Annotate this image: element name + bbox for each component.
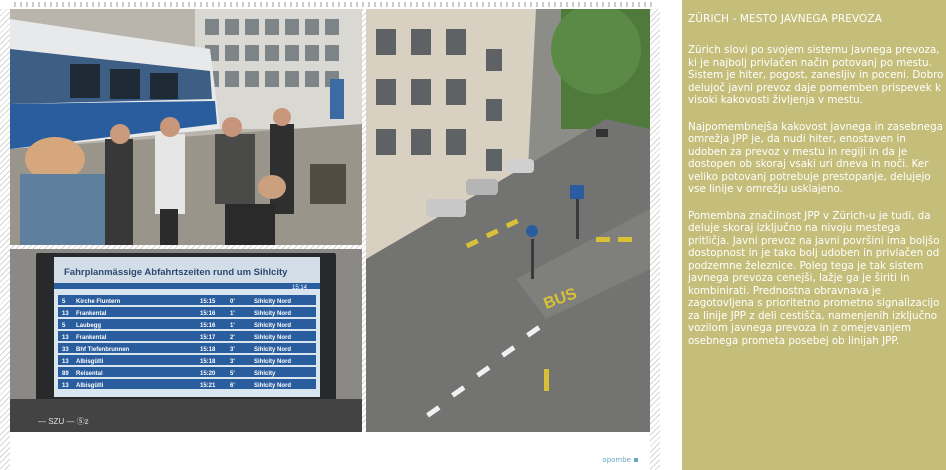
article-paragraph: Zürich slovi po svojem sistemu javnega p… — [688, 44, 944, 106]
board-cell: 6' — [230, 383, 235, 389]
square-bullet-icon — [634, 458, 638, 462]
street-tramway-photo: BUS — [366, 9, 650, 432]
board-cell: 15:17 — [200, 335, 216, 341]
board-cell: 33 — [62, 347, 69, 353]
board-cell: 15:16 — [200, 311, 216, 317]
article-paragraph: Pomembna značilnost JPP v Zürich-u je tu… — [688, 209, 940, 347]
notes-link-label: opombe — [602, 456, 631, 464]
board-cell: 1' — [230, 311, 235, 317]
board-cell: 15:15 — [200, 299, 216, 305]
board-cell: 89 — [62, 371, 69, 377]
board-cell: 15:16 — [200, 323, 216, 329]
board-cell: Frankental — [76, 311, 107, 317]
caption-bar: opombe — [10, 432, 650, 470]
board-cell: 1' — [230, 323, 235, 329]
board-cell: Reisental — [76, 371, 103, 377]
board-cell: Bhf Tiefenbrunnen — [76, 347, 130, 353]
top-strip — [0, 0, 660, 9]
board-cell: 3' — [230, 359, 235, 365]
board-cell: 15:20 — [200, 371, 216, 377]
article-panel: ZÜRICH - MESTO JAVNEGA PREVOZA Zürich sl… — [682, 0, 946, 470]
board-clock: 15:14 — [292, 285, 308, 291]
board-cell: 13 — [62, 335, 69, 341]
board-cell: Sihlcity — [254, 371, 276, 377]
board-cell: Kirche Fluntern — [76, 299, 121, 305]
board-cell: 13 — [62, 311, 69, 317]
article-paragraph: Najpomembnejša kakovost javnega in zaseb… — [688, 120, 943, 196]
board-cell: Albisgütli — [76, 383, 104, 389]
board-cell: Sihlcity Nord — [254, 359, 291, 365]
board-cell: Sihlcity Nord — [254, 335, 291, 341]
board-cell: 5' — [230, 371, 235, 377]
board-cell: Sihlcity Nord — [254, 311, 291, 317]
board-cell: Sihlcity Nord — [254, 323, 291, 329]
board-cell: 13 — [62, 383, 69, 389]
photo-panel: Fahrplanmässige Abfahrtszeiten rund um S… — [0, 0, 660, 470]
board-cell: 2' — [230, 335, 235, 341]
board-cell: Sihlcity Nord — [254, 383, 291, 389]
article-body: Zürich slovi po svojem sistemu javnega p… — [688, 44, 944, 361]
notes-link[interactable]: opombe — [602, 456, 638, 464]
board-cell: Sihlcity Nord — [254, 299, 291, 305]
board-cell: Albisgütli — [76, 359, 104, 365]
board-cell: Sihlcity Nord — [254, 347, 291, 353]
board-cell: 15:18 — [200, 359, 216, 365]
board-cell: 13 — [62, 359, 69, 365]
board-cell: Frankental — [76, 335, 107, 341]
board-title: Fahrplanmässige Abfahrtszeiten rund um S… — [64, 267, 288, 278]
board-cell: 15:21 — [200, 383, 216, 389]
tram-station-photo — [10, 9, 362, 245]
board-cell: Laubegg — [76, 323, 101, 329]
board-cell: 0' — [230, 299, 235, 305]
board-cell: 15:18 — [200, 347, 216, 353]
board-cell: 3' — [230, 347, 235, 353]
departure-board-photo: Fahrplanmässige Abfahrtszeiten rund um S… — [10, 249, 362, 432]
szu-logo: — SZU — Ⓢz — [38, 417, 89, 426]
article-title: ZÜRICH - MESTO JAVNEGA PREVOZA — [688, 13, 882, 25]
